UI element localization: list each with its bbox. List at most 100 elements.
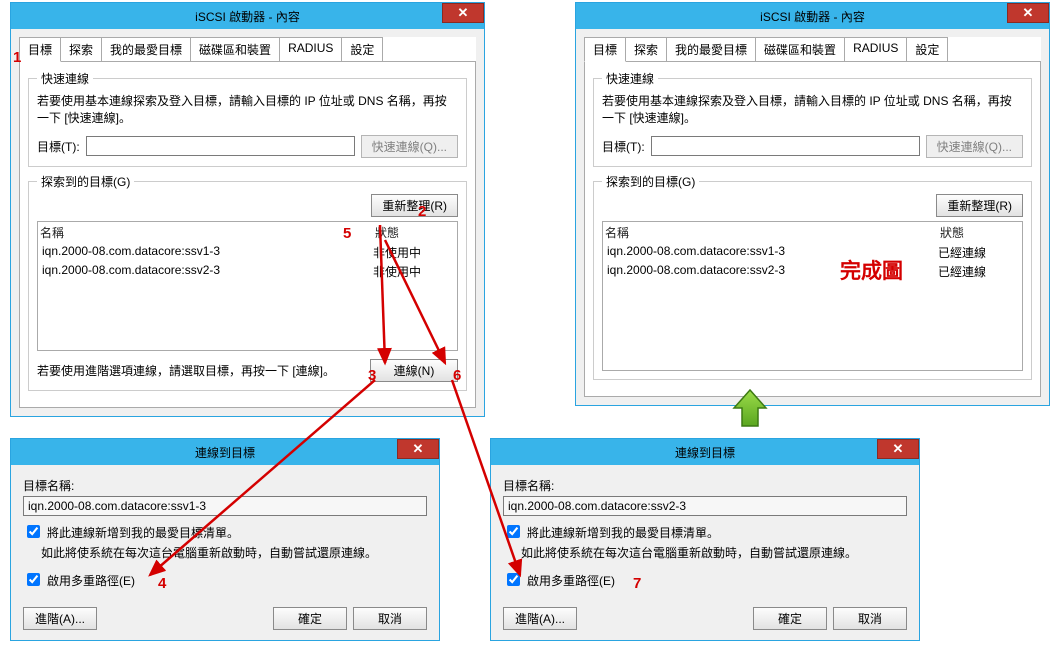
- cancel-button[interactable]: 取消: [833, 607, 907, 630]
- tab-panel: 快速連線 若要使用基本連線探索及登入目標，請輸入目標的 IP 位址或 DNS 名…: [584, 62, 1041, 397]
- col-name: 名稱: [40, 224, 375, 241]
- target-label: 目標(T):: [37, 138, 80, 155]
- list-row[interactable]: iqn.2000-08.com.datacore:ssv1-3 非使用中: [38, 243, 457, 262]
- advanced-connect-text: 若要使用進階選項連線，請選取目標，再按一下 [連線]。: [37, 362, 362, 379]
- tab-discovery[interactable]: 探索: [60, 37, 102, 61]
- list-row[interactable]: iqn.2000-08.com.datacore:ssv2-3 已經連線: [603, 262, 1022, 281]
- ok-button[interactable]: 確定: [753, 607, 827, 630]
- tab-label: 目標: [28, 43, 52, 57]
- target-input[interactable]: [651, 136, 920, 156]
- discovered-targets-group: 探索到的目標(G) 重新整理(R) 名稱 狀態 iqn.2000-08.com.…: [593, 173, 1032, 380]
- tab-label: 設定: [350, 43, 374, 57]
- tab-label: 我的最愛目標: [675, 43, 747, 57]
- connect-button[interactable]: 連線(N): [370, 359, 458, 382]
- discovered-legend: 探索到的目標(G): [602, 173, 699, 190]
- quick-connect-instruction: 若要使用基本連線探索及登入目標，請輸入目標的 IP 位址或 DNS 名稱，再按一…: [37, 93, 458, 127]
- mpio-checkbox-label: 啟用多重路徑(E): [47, 572, 135, 589]
- tab-target[interactable]: 目標: [584, 37, 626, 62]
- refresh-button[interactable]: 重新整理(R): [371, 194, 458, 217]
- quick-connect-group: 快速連線 若要使用基本連線探索及登入目標，請輸入目標的 IP 位址或 DNS 名…: [593, 70, 1032, 167]
- target-name-label: 目標名稱:: [503, 477, 907, 494]
- connect-target-dialog-right: 連線到目標 ✕ 目標名稱: iqn.2000-08.com.datacore:s…: [490, 438, 920, 641]
- tab-panel: 快速連線 若要使用基本連線探索及登入目標，請輸入目標的 IP 位址或 DNS 名…: [19, 62, 476, 408]
- discovered-list[interactable]: 名稱 狀態 iqn.2000-08.com.datacore:ssv1-3 非使…: [37, 221, 458, 351]
- mpio-checkbox[interactable]: [27, 573, 40, 586]
- tab-discovery[interactable]: 探索: [625, 37, 667, 61]
- target-label: 目標(T):: [602, 138, 645, 155]
- quick-connect-button[interactable]: 快速連線(Q)...: [361, 135, 458, 158]
- row-status: 已經連線: [938, 244, 1018, 261]
- favorite-checkbox[interactable]: [507, 525, 520, 538]
- list-row[interactable]: iqn.2000-08.com.datacore:ssv1-3 已經連線: [603, 243, 1022, 262]
- window-body: 目標 探索 我的最愛目標 磁碟區和裝置 RADIUS 設定 快速連線 若要使用基…: [11, 29, 484, 416]
- close-button[interactable]: ✕: [442, 3, 484, 23]
- mpio-checkbox-row[interactable]: 啟用多重路徑(E): [23, 572, 427, 589]
- dialog-title: 連線到目標: [195, 444, 255, 461]
- target-name-label: 目標名稱:: [23, 477, 427, 494]
- quick-connect-group: 快速連線 若要使用基本連線探索及登入目標，請輸入目標的 IP 位址或 DNS 名…: [28, 70, 467, 167]
- discovered-legend: 探索到的目標(G): [37, 173, 134, 190]
- list-row[interactable]: iqn.2000-08.com.datacore:ssv2-3 非使用中: [38, 262, 457, 281]
- tab-label: 我的最愛目標: [110, 43, 182, 57]
- close-button[interactable]: ✕: [877, 439, 919, 459]
- tab-volumes[interactable]: 磁碟區和裝置: [190, 37, 280, 61]
- target-name-field: iqn.2000-08.com.datacore:ssv1-3: [23, 496, 427, 516]
- target-input[interactable]: [86, 136, 355, 156]
- favorite-checkbox-row[interactable]: 將此連線新增到我的最愛目標清單。: [23, 524, 427, 541]
- connect-target-dialog-left: 連線到目標 ✕ 目標名稱: iqn.2000-08.com.datacore:s…: [10, 438, 440, 641]
- advanced-button[interactable]: 進階(A)...: [23, 607, 97, 630]
- quick-connect-button[interactable]: 快速連線(Q)...: [926, 135, 1023, 158]
- close-button[interactable]: ✕: [397, 439, 439, 459]
- row-status: 非使用中: [373, 244, 453, 261]
- tab-config[interactable]: 設定: [906, 37, 948, 61]
- list-header: 名稱 狀態: [38, 222, 457, 243]
- favorite-note: 如此將使系統在每次這台電腦重新啟動時，自動嘗試還原連線。: [41, 545, 427, 562]
- cancel-button[interactable]: 取消: [353, 607, 427, 630]
- tab-favorites[interactable]: 我的最愛目標: [101, 37, 191, 61]
- mpio-checkbox-row[interactable]: 啟用多重路徑(E): [503, 572, 907, 589]
- window-title: iSCSI 啟動器 - 內容: [760, 8, 865, 25]
- mpio-checkbox-label: 啟用多重路徑(E): [527, 572, 615, 589]
- quick-connect-legend: 快速連線: [602, 70, 658, 87]
- tab-label: 探索: [634, 43, 658, 57]
- tab-label: 磁碟區和裝置: [764, 43, 836, 57]
- tab-label: 設定: [915, 43, 939, 57]
- titlebar: 連線到目標 ✕: [491, 439, 919, 465]
- tab-favorites[interactable]: 我的最愛目標: [666, 37, 756, 61]
- favorite-checkbox[interactable]: [27, 525, 40, 538]
- tab-label: 探索: [69, 43, 93, 57]
- tab-volumes[interactable]: 磁碟區和裝置: [755, 37, 845, 61]
- advanced-button[interactable]: 進階(A)...: [503, 607, 577, 630]
- close-button[interactable]: ✕: [1007, 3, 1049, 23]
- dialog-title: 連線到目標: [675, 444, 735, 461]
- window-body: 目標 探索 我的最愛目標 磁碟區和裝置 RADIUS 設定 快速連線 若要使用基…: [576, 29, 1049, 405]
- tab-target[interactable]: 目標: [19, 37, 61, 62]
- tab-config[interactable]: 設定: [341, 37, 383, 61]
- ok-button[interactable]: 確定: [273, 607, 347, 630]
- row-status: 非使用中: [373, 263, 453, 280]
- titlebar: iSCSI 啟動器 - 內容 ✕: [576, 3, 1049, 29]
- favorite-checkbox-row[interactable]: 將此連線新增到我的最愛目標清單。: [503, 524, 907, 541]
- discovered-list[interactable]: 名稱 狀態 iqn.2000-08.com.datacore:ssv1-3 已經…: [602, 221, 1023, 371]
- tab-label: 目標: [593, 43, 617, 57]
- tab-radius[interactable]: RADIUS: [844, 37, 907, 61]
- mpio-checkbox[interactable]: [507, 573, 520, 586]
- refresh-button[interactable]: 重新整理(R): [936, 194, 1023, 217]
- col-status: 狀態: [375, 224, 455, 241]
- discovered-targets-group: 探索到的目標(G) 重新整理(R) 名稱 狀態 iqn.2000-08.com.…: [28, 173, 467, 391]
- quick-connect-instruction: 若要使用基本連線探索及登入目標，請輸入目標的 IP 位址或 DNS 名稱，再按一…: [602, 93, 1023, 127]
- tab-strip: 目標 探索 我的最愛目標 磁碟區和裝置 RADIUS 設定: [584, 37, 1041, 62]
- row-name: iqn.2000-08.com.datacore:ssv1-3: [607, 244, 938, 261]
- tab-radius[interactable]: RADIUS: [279, 37, 342, 61]
- green-up-arrow-icon: [730, 388, 770, 430]
- favorite-checkbox-label: 將此連線新增到我的最愛目標清單。: [527, 524, 719, 541]
- titlebar: iSCSI 啟動器 - 內容 ✕: [11, 3, 484, 29]
- iscsi-initiator-window-left: iSCSI 啟動器 - 內容 ✕ 目標 探索 我的最愛目標 磁碟區和裝置 RAD…: [10, 2, 485, 417]
- row-name: iqn.2000-08.com.datacore:ssv1-3: [42, 244, 373, 261]
- close-icon: ✕: [1023, 5, 1034, 21]
- titlebar: 連線到目標 ✕: [11, 439, 439, 465]
- row-status: 已經連線: [938, 263, 1018, 280]
- tab-strip: 目標 探索 我的最愛目標 磁碟區和裝置 RADIUS 設定: [19, 37, 476, 62]
- tab-label: RADIUS: [288, 41, 333, 55]
- close-icon: ✕: [893, 441, 904, 457]
